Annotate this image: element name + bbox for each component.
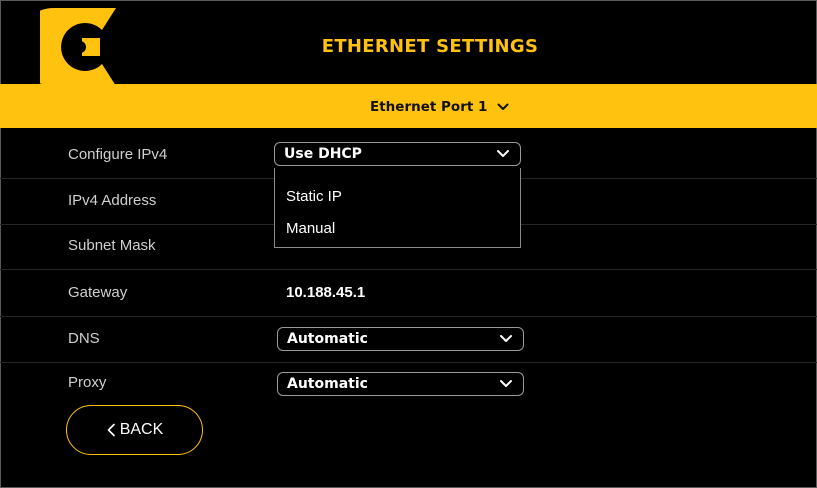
header: ETHERNET SETTINGS bbox=[0, 0, 817, 94]
gateway-value: 10.188.45.1 bbox=[286, 284, 366, 301]
configure-ipv4-select[interactable]: Use DHCP bbox=[274, 142, 521, 166]
option-manual[interactable]: Manual bbox=[286, 220, 335, 237]
subnet-mask-label: Subnet Mask bbox=[68, 237, 156, 254]
proxy-value: Automatic bbox=[287, 376, 368, 392]
option-static-ip[interactable]: Static IP bbox=[286, 188, 342, 205]
gateway-label: Gateway bbox=[68, 284, 128, 301]
chevron-down-icon bbox=[500, 335, 512, 342]
back-button[interactable]: BACK bbox=[66, 405, 203, 455]
ipv4-address-label: IPv4 Address bbox=[68, 192, 157, 209]
dns-value: Automatic bbox=[287, 331, 368, 347]
dns-label: DNS bbox=[68, 330, 100, 347]
configure-ipv4-label: Configure IPv4 bbox=[68, 146, 168, 163]
configure-ipv4-value: Use DHCP bbox=[284, 146, 362, 162]
page-title: ETHERNET SETTINGS bbox=[321, 36, 539, 57]
chevron-down-icon bbox=[497, 150, 509, 157]
port-bar: Ethernet Port 1 bbox=[0, 84, 817, 128]
configure-ipv4-dropdown: Static IP Manual bbox=[274, 168, 521, 248]
chevron-down-icon bbox=[500, 380, 512, 387]
ethernet-port-label: Ethernet Port 1 bbox=[370, 99, 488, 115]
chevron-down-icon bbox=[497, 103, 509, 110]
proxy-label: Proxy bbox=[68, 374, 107, 391]
c-logo-icon bbox=[40, 8, 116, 86]
ethernet-port-select[interactable]: Ethernet Port 1 bbox=[370, 97, 509, 117]
gateway-row: Gateway 10.188.45.1 bbox=[0, 271, 817, 317]
dns-select[interactable]: Automatic bbox=[277, 327, 524, 351]
back-button-label: BACK bbox=[119, 421, 164, 438]
chevron-left-icon bbox=[107, 423, 115, 437]
proxy-select[interactable]: Automatic bbox=[277, 372, 524, 396]
